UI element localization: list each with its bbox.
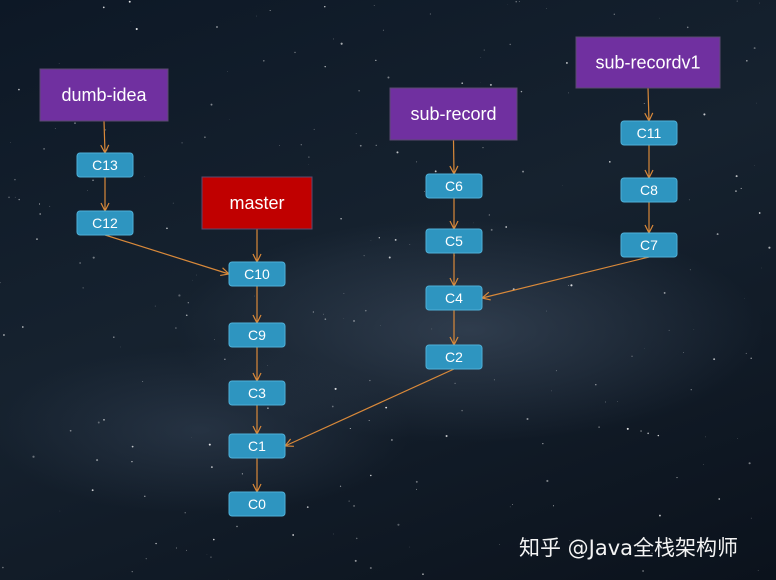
commit-C1[interactable]: C1: [228, 433, 286, 459]
edge-C7-C4: [482, 256, 650, 298]
commit-label: C1: [248, 438, 266, 454]
commit-label: C3: [248, 385, 266, 401]
commit-C10[interactable]: C10: [228, 261, 286, 287]
commit-label: C8: [640, 182, 658, 198]
commit-label: C11: [637, 125, 662, 141]
commit-C4[interactable]: C4: [425, 285, 483, 311]
branch-dumb-idea[interactable]: dumb-idea: [39, 68, 169, 122]
branch-label: dumb-idea: [61, 85, 147, 105]
branch-sub-recordv1[interactable]: sub-recordv1: [575, 36, 721, 89]
commit-label: C9: [248, 327, 266, 343]
edge-C12-C10: [104, 234, 229, 274]
commit-label: C7: [640, 237, 658, 253]
commit-label: C2: [445, 349, 463, 365]
edge-dumb-idea-C13: [104, 120, 105, 153]
commit-C13[interactable]: C13: [76, 152, 134, 178]
branch-label: sub-record: [410, 104, 496, 124]
edge-sub-recordv1-C11: [648, 87, 649, 121]
commit-C7[interactable]: C7: [620, 232, 678, 258]
commit-C11[interactable]: C11: [620, 120, 678, 146]
commit-C12[interactable]: C12: [76, 210, 134, 236]
commit-C5[interactable]: C5: [425, 228, 483, 254]
commit-label: C4: [445, 290, 463, 306]
watermark: 知乎 @Java全栈架构师: [519, 536, 739, 560]
commit-C2[interactable]: C2: [425, 344, 483, 370]
commit-C0[interactable]: C0: [228, 491, 286, 517]
commit-C8[interactable]: C8: [620, 177, 678, 203]
commit-label: C0: [248, 496, 266, 512]
git-branch-diagram: dumb-idea master sub-record sub-recordv1 C13…: [0, 0, 771, 580]
commit-C3[interactable]: C3: [228, 380, 286, 406]
commit-label: C10: [244, 266, 270, 282]
edge-sub-record-C6: [454, 139, 455, 174]
commit-C9[interactable]: C9: [228, 322, 286, 348]
branch-master[interactable]: master: [201, 176, 313, 230]
branch-label: master: [229, 193, 284, 213]
commit-C6[interactable]: C6: [425, 173, 483, 199]
branch-label: sub-recordv1: [595, 53, 700, 73]
commit-label: C6: [445, 178, 463, 194]
commit-label: C5: [445, 233, 463, 249]
branch-sub-record[interactable]: sub-record: [389, 87, 518, 141]
commit-label: C12: [92, 215, 118, 231]
commit-label: C13: [92, 157, 118, 173]
